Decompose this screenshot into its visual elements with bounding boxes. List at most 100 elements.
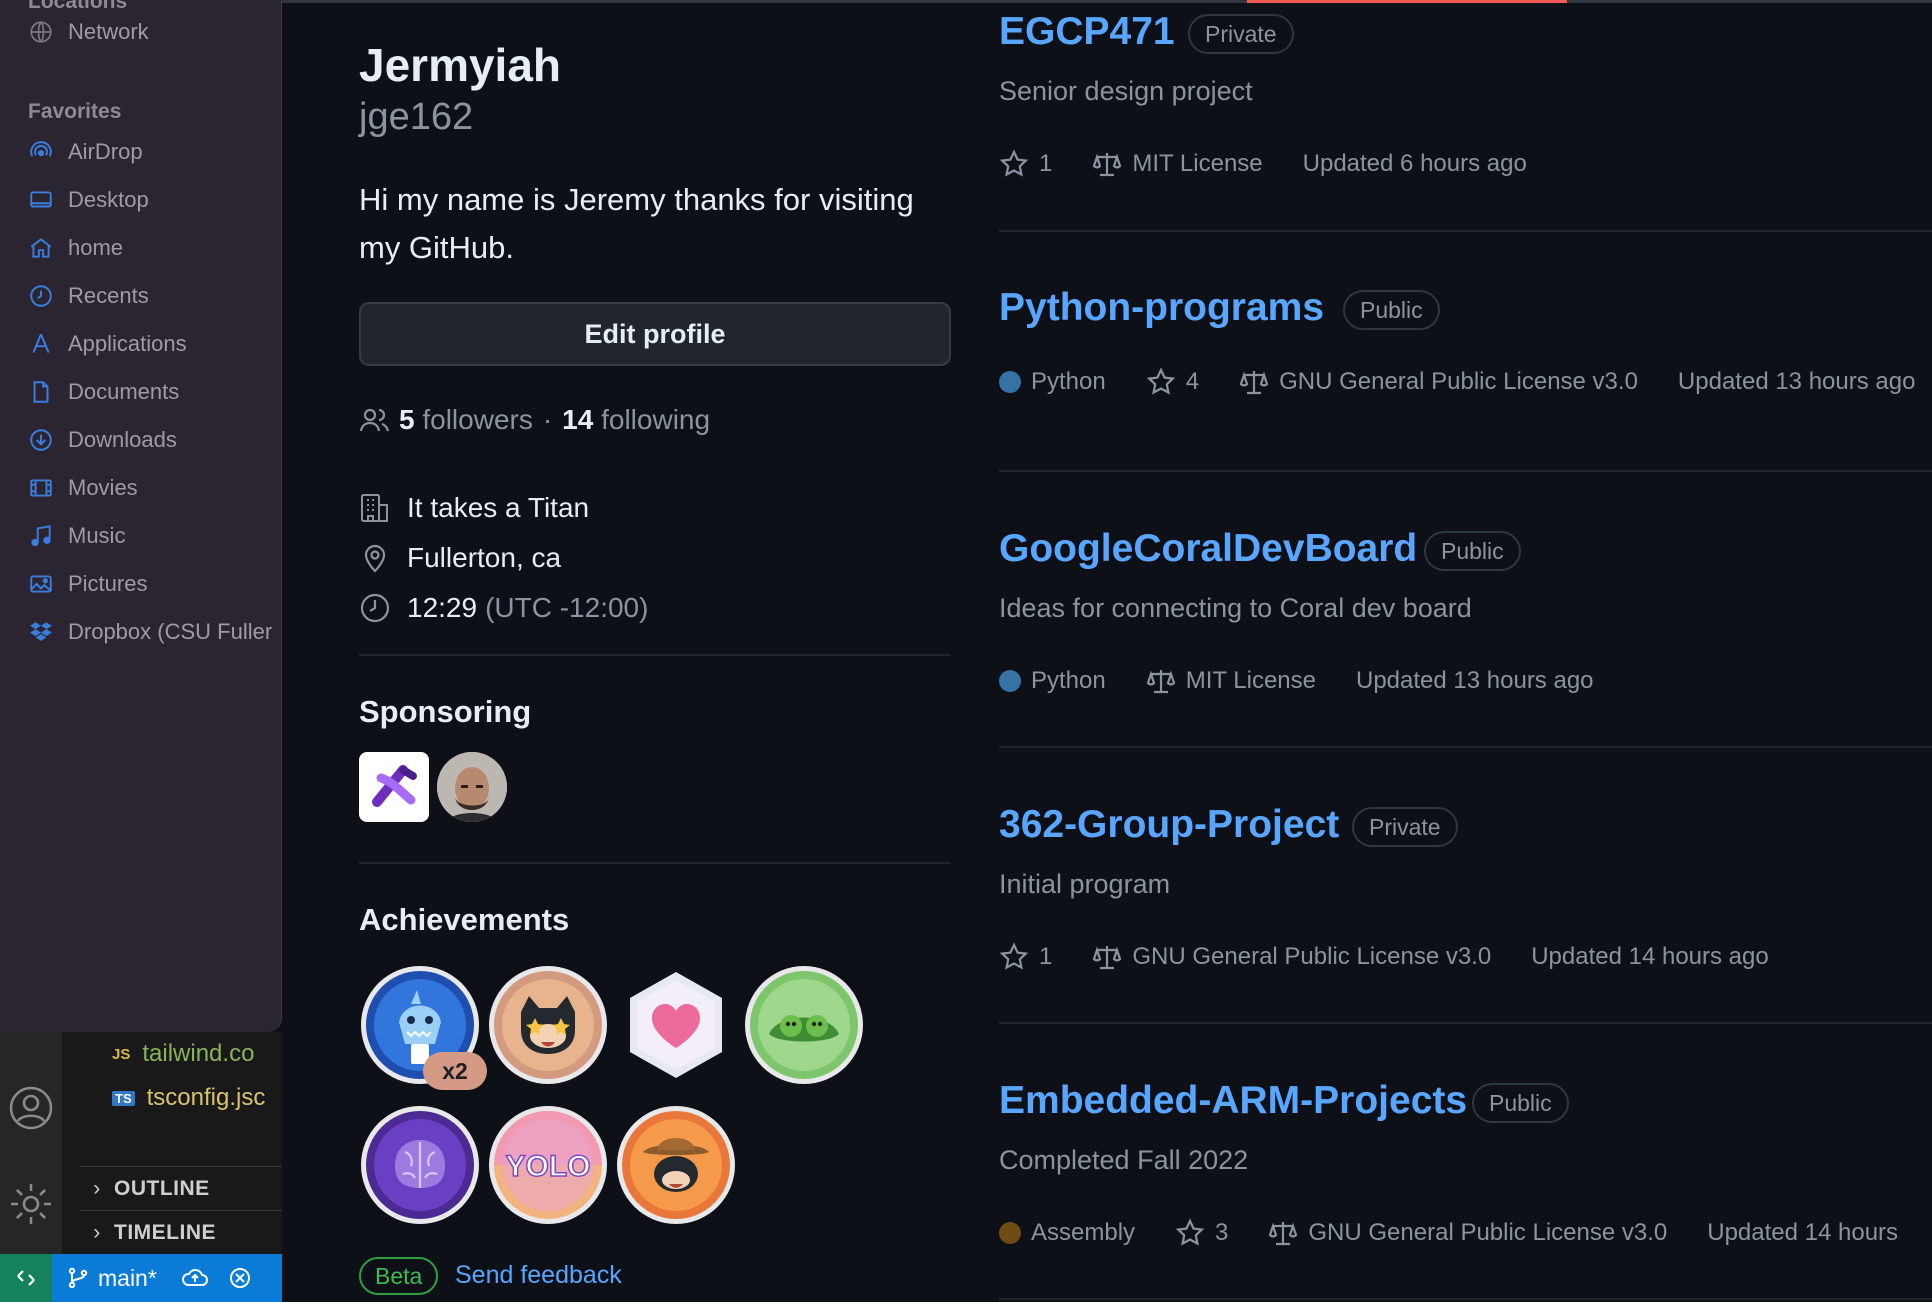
repo-description: Ideas for connecting to Coral dev board — [999, 593, 1472, 623]
timezone-text: (UTC -12:00) — [485, 592, 649, 623]
language-color-dot — [999, 371, 1021, 393]
repo-meta: 1 MIT License Updated 6 hours ago — [999, 144, 1567, 184]
music-note-icon — [28, 522, 58, 550]
outline-section[interactable]: › OUTLINE — [80, 1166, 282, 1210]
visibility-badge: Private — [1188, 14, 1294, 54]
updated-text: Updated 14 hours — [1707, 1219, 1899, 1246]
gear-icon[interactable] — [7, 1180, 55, 1228]
photo-icon — [28, 570, 58, 598]
stars-link[interactable]: 1 — [999, 149, 1052, 179]
sidebar-item-label: AirDrop — [68, 139, 143, 164]
branch-name: main* — [98, 1264, 157, 1291]
license-text: MIT License — [1132, 150, 1263, 177]
followers-link[interactable]: 5 followers — [399, 404, 533, 436]
following-count: 14 — [562, 404, 594, 435]
achievement-starstruck[interactable] — [487, 964, 609, 1086]
repo-meta: 1 GNU General Public License v3.0 Update… — [999, 937, 1809, 977]
achievement-pair-extraordinaire[interactable] — [743, 964, 865, 1086]
outline-label: OUTLINE — [114, 1176, 210, 1200]
file-item[interactable]: TS tsconfig.jsc — [112, 1078, 265, 1118]
stars-count: 1 — [1039, 150, 1053, 177]
sidebar-item-home[interactable]: home — [28, 228, 123, 268]
sidebar-item-label: Pictures — [68, 571, 148, 596]
file-item[interactable]: JS tailwind.co — [112, 1034, 254, 1074]
updated-text: Updated 14 hours ago — [1531, 943, 1769, 970]
sidebar-item-dropbox[interactable]: Dropbox (CSU Fuller — [28, 612, 272, 652]
law-icon — [1146, 670, 1175, 694]
sponsored-org-avatar[interactable] — [359, 752, 429, 822]
achievement-public-sponsor[interactable] — [615, 964, 737, 1086]
sidebar-item-label: home — [68, 235, 124, 260]
repo-meta: Assembly 3 GNU General Public License v3… — [999, 1213, 1932, 1253]
following-link[interactable]: 14 following — [562, 404, 710, 436]
chevron-right-icon: › — [93, 1176, 101, 1200]
send-feedback-link[interactable]: Send feedback — [455, 1261, 622, 1290]
repo-name-link[interactable]: GoogleCoralDevBoard — [999, 527, 1417, 571]
repo-meta: Python MIT License Updated 13 hours ago — [999, 661, 1634, 701]
stars-link[interactable]: 4 — [1146, 367, 1199, 397]
typescript-file-icon: TS — [112, 1090, 135, 1106]
language-name: Python — [1031, 667, 1106, 694]
achievement-quickdraw[interactable] — [615, 1104, 737, 1226]
divider — [999, 1298, 1932, 1300]
sidebar-item-label: Documents — [68, 379, 180, 404]
star-icon — [999, 942, 1029, 970]
repo-name-link[interactable]: 362-Group-Project — [999, 803, 1339, 847]
language-name: Assembly — [1031, 1219, 1136, 1246]
sponsored-logo-icon — [372, 765, 417, 807]
sidebar-item-pictures[interactable]: Pictures — [28, 564, 147, 604]
sponsored-user-avatar[interactable] — [437, 752, 507, 822]
sidebar-item-movies[interactable]: Movies — [28, 468, 138, 508]
stars-link[interactable]: 3 — [1175, 1218, 1228, 1248]
sidebar-item-network[interactable]: Network — [28, 12, 149, 52]
visibility-badge: Public — [1424, 531, 1521, 571]
sidebar-item-label: Recents — [68, 283, 149, 308]
yolo-text: YOLO — [505, 1150, 590, 1183]
sidebar-item-label: Network — [68, 19, 149, 44]
repo-name-link[interactable]: EGCP471 — [999, 10, 1175, 54]
visibility-badge: Public — [1472, 1083, 1569, 1123]
repo-description: Senior design project — [999, 76, 1253, 106]
remote-button[interactable] — [0, 1254, 52, 1302]
following-label: following — [601, 404, 711, 435]
explorer-panel: JS tailwind.co TS tsconfig.jsc › OUTLINE… — [80, 1032, 282, 1254]
cloud-upload-icon[interactable] — [181, 1266, 209, 1290]
language-color-dot — [999, 670, 1021, 692]
divider — [999, 230, 1932, 232]
sidebar-item-label: Music — [68, 523, 126, 548]
repo-name-link[interactable]: Embedded-ARM-Projects — [999, 1079, 1467, 1123]
profile-name: Jermyiah — [359, 39, 562, 91]
achievement-yolo[interactable]: YOLO — [487, 1104, 609, 1226]
timeline-section[interactable]: › TIMELINE — [80, 1210, 282, 1254]
edit-profile-button[interactable]: Edit profile — [359, 302, 951, 366]
timeline-label: TIMELINE — [114, 1220, 216, 1244]
achievements-heading: Achievements — [359, 902, 570, 937]
branch-button[interactable]: main* — [66, 1265, 157, 1292]
sidebar-item-documents[interactable]: Documents — [28, 372, 179, 412]
follow-stats: 5 followers · 14 following — [359, 400, 710, 440]
applications-icon — [28, 330, 58, 358]
repo-description: Initial program — [999, 869, 1171, 899]
sidebar-item-applications[interactable]: Applications — [28, 324, 187, 364]
beta-badge: Beta — [359, 1257, 439, 1295]
achievement-galaxy-brain[interactable] — [359, 1104, 481, 1226]
language-name: Python — [1031, 368, 1106, 395]
globe-icon — [28, 18, 58, 46]
license-info: MIT License — [1146, 666, 1316, 696]
error-icon[interactable] — [229, 1267, 251, 1289]
sidebar-item-music[interactable]: Music — [28, 516, 125, 556]
star-icon — [1146, 367, 1175, 395]
law-icon — [1239, 371, 1269, 395]
stars-link[interactable]: 1 — [999, 942, 1052, 972]
account-icon[interactable] — [7, 1084, 55, 1132]
film-icon — [28, 474, 58, 502]
sidebar-item-downloads[interactable]: Downloads — [28, 420, 177, 460]
sidebar-item-recents[interactable]: Recents — [28, 276, 149, 316]
sidebar-item-desktop[interactable]: Desktop — [28, 180, 149, 220]
location-text: Fullerton, ca — [407, 542, 562, 573]
profile-localtime: 12:29 (UTC -12:00) — [359, 586, 648, 630]
sidebar-item-airdrop[interactable]: AirDrop — [28, 132, 143, 172]
repo-name-link[interactable]: Python-programs — [999, 286, 1324, 330]
license-info: MIT License — [1092, 149, 1263, 179]
updated-text: Updated 6 hours ago — [1302, 150, 1527, 177]
